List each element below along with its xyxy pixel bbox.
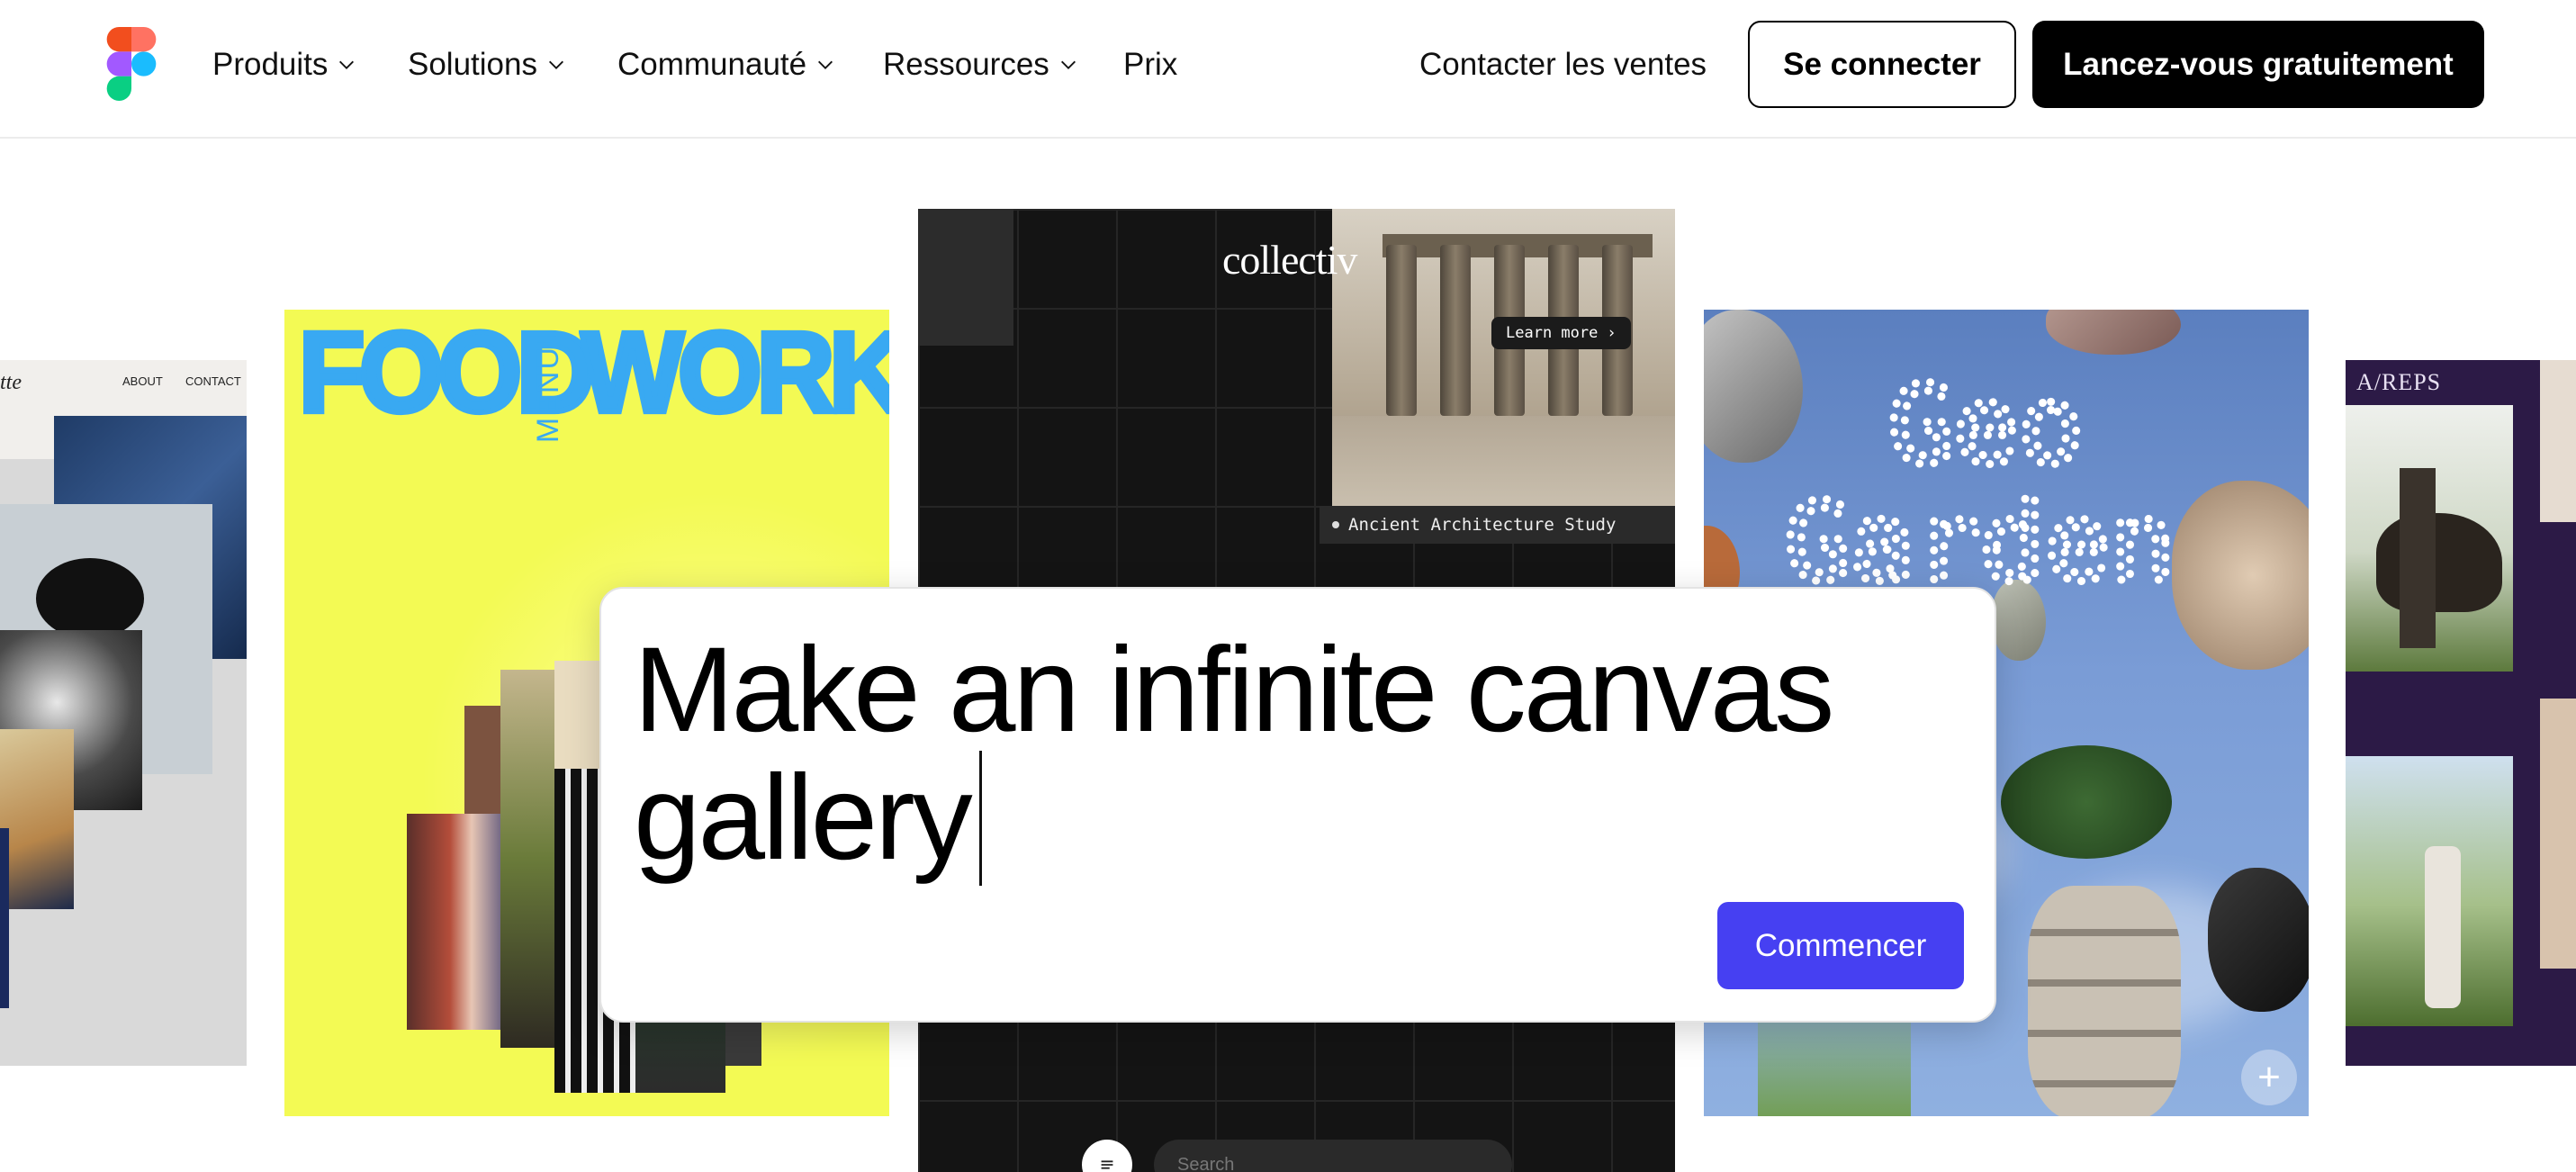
nav-item-label: Ressources: [883, 47, 1049, 82]
pixel-photo: [407, 814, 515, 1030]
chevron-down-icon: [549, 60, 563, 69]
geo-line-2: Garden: [1785, 481, 2175, 598]
nav-item-solutions[interactable]: Solutions: [408, 41, 566, 88]
text-caret: [978, 751, 982, 886]
prompt-input[interactable]: Make an infinite canvas gallery: [634, 630, 1912, 886]
pixel-photo: [725, 1021, 761, 1066]
rock-shape: [2046, 310, 2181, 355]
food-title-menu: MENU: [531, 346, 565, 444]
login-button[interactable]: Se connecter: [1748, 21, 2016, 108]
collectiv-logo: collectiv: [1222, 237, 1357, 283]
image-stack: [0, 828, 9, 1008]
temple-column: [1440, 245, 1471, 416]
nav-item-label: Produits: [212, 47, 329, 82]
chevron-down-icon: [339, 60, 355, 69]
moss-ellipse: [2001, 745, 2172, 859]
temple-column: [1386, 245, 1417, 416]
nav-item-label: Communauté: [617, 47, 807, 82]
bullet-dot-icon: [1332, 521, 1339, 528]
caption-text: Ancient Architecture Study: [1348, 515, 1617, 535]
plus-icon: +: [2257, 1055, 2281, 1099]
start-button[interactable]: Commencer: [1717, 902, 1964, 989]
card-brand: tte: [0, 371, 22, 394]
figma-logo-icon[interactable]: [106, 27, 157, 101]
gallery-card-a-reps[interactable]: A/REPS: [2346, 360, 2576, 1066]
temple-photo: [1332, 209, 1675, 506]
contact-sales-link[interactable]: Contacter les ventes: [1419, 41, 1707, 88]
side-photo: [2540, 360, 2576, 522]
card-nav-contact: CONTACT: [185, 374, 241, 388]
nav-item-label: Prix: [1123, 47, 1178, 82]
horse-shape: [2376, 513, 2502, 612]
search-input[interactable]: Search: [1154, 1140, 1512, 1172]
nav-item-communaute[interactable]: Communauté: [617, 41, 835, 88]
top-nav: Produits Solutions Communauté Ressources…: [0, 0, 2576, 139]
person-shape: [2400, 468, 2436, 648]
nav-item-produits[interactable]: Produits: [212, 41, 356, 88]
menu-lines-icon: [1101, 1160, 1113, 1169]
chevron-down-icon: [818, 60, 833, 69]
nav-item-label: Solutions: [408, 47, 537, 82]
food-title-right: WORKS: [579, 310, 889, 437]
image-stack: [0, 729, 74, 909]
gallery-card-portfolio[interactable]: tte ABOUT CONTACT: [0, 360, 247, 1066]
geo-line-1: Geo: [1888, 364, 2084, 489]
nav-item-ressources[interactable]: Ressources: [883, 41, 1078, 88]
photo-caption: Ancient Architecture Study: [1320, 506, 1675, 544]
prompt-line-1: Make an infinite canvas: [634, 623, 1834, 757]
geo-garden-title: Geo Garden: [1785, 364, 2179, 598]
learn-more-label: Learn more: [1506, 324, 1599, 342]
person-shape: [2425, 846, 2461, 1008]
temple-ground: [1332, 416, 1675, 506]
horse-photo: [2346, 405, 2513, 672]
start-free-button[interactable]: Lancez-vous gratuitement: [2032, 21, 2484, 108]
add-plus-button[interactable]: +: [2241, 1050, 2297, 1105]
reps-label: A/REPS: [2356, 369, 2442, 395]
side-photo: [2540, 699, 2576, 969]
field-photo: [2346, 756, 2513, 1026]
rock-stack: [2028, 886, 2181, 1116]
prompt-line-2: gallery: [634, 751, 973, 885]
thumbnail-square: [918, 209, 1013, 346]
learn-more-button[interactable]: Learn more ›: [1491, 317, 1631, 349]
chevron-down-icon: [1060, 60, 1076, 69]
nav-item-prix[interactable]: Prix: [1123, 41, 1177, 88]
chevron-right-icon: ›: [1607, 324, 1617, 342]
image-stack: [36, 558, 144, 639]
card-nav-about: ABOUT: [122, 374, 163, 388]
prompt-card[interactable]: Make an infinite canvas gallery Commence…: [599, 587, 1996, 1023]
rock-shape: [2208, 868, 2309, 1012]
